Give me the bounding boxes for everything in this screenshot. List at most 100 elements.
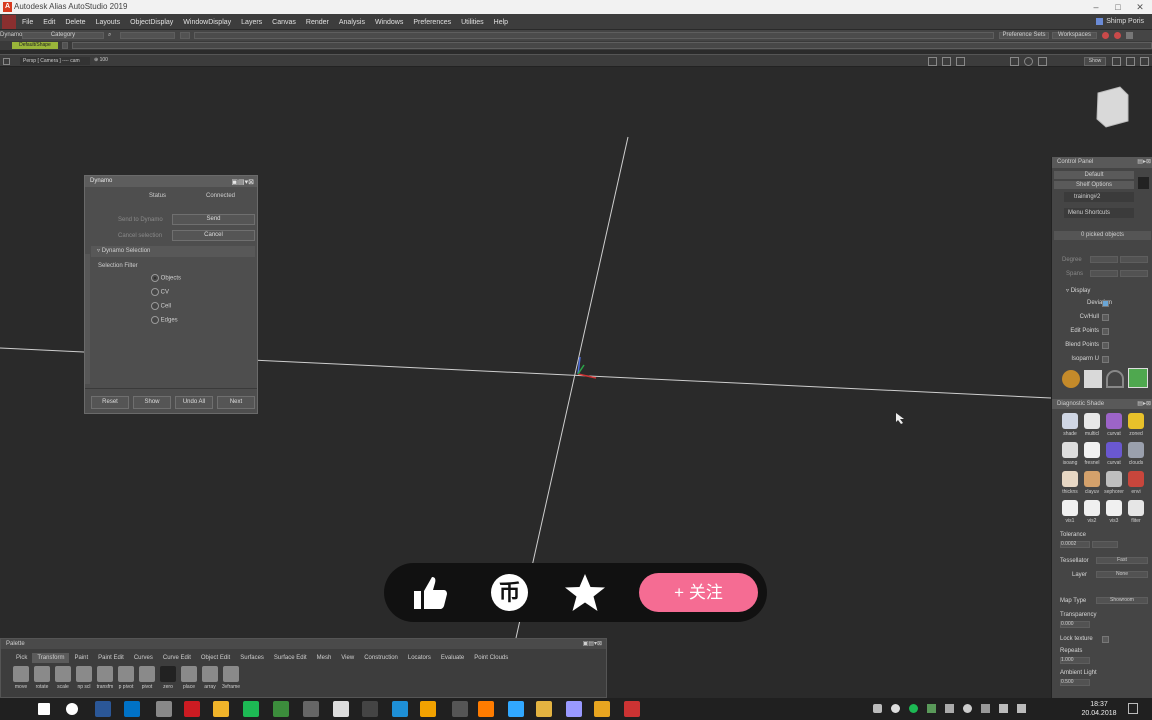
shelf-toggle-icon[interactable] [180,32,190,39]
shade-clouds-button[interactable]: clouds [1126,442,1146,469]
chrome-icon[interactable] [213,701,229,717]
coin-button[interactable]: 币 [491,574,528,611]
shade-vis1-button[interactable]: vis1 [1060,500,1080,527]
menu-layers[interactable]: Layers [241,19,262,26]
shelf-options-dropdown[interactable]: Shelf Options [1054,181,1134,189]
render-icon[interactable] [942,57,951,66]
premiere-icon[interactable] [566,701,582,717]
scope-icon[interactable] [1084,370,1102,388]
palette-tab-evaluate[interactable]: Evaluate [436,653,469,663]
menu-analysis[interactable]: Analysis [339,19,365,26]
radio-cell[interactable] [151,302,159,310]
menu-windowdisplay[interactable]: WindowDisplay [183,19,231,26]
explorer-icon[interactable] [392,701,408,717]
radio-cv[interactable] [151,288,159,296]
tool-3vframe-button[interactable]: 3vframe [221,666,241,694]
brush-icon[interactable] [1128,368,1148,388]
training-tab[interactable]: training#2 [1064,192,1134,202]
tray-icon[interactable] [945,704,954,713]
camera-icon[interactable] [928,57,937,66]
cancel-button[interactable]: Cancel [172,230,255,241]
degree-field-2[interactable] [1120,256,1148,263]
show-selection-button[interactable]: Show [133,396,171,409]
camera-label[interactable]: Persp [ Camera ] ---- cam [20,57,90,65]
word-icon[interactable] [95,701,111,717]
shade-curvat-button[interactable]: curvat [1104,442,1124,469]
tolerance-field[interactable]: 0.0002 [1060,541,1090,548]
like-button[interactable] [410,573,450,613]
palette-tab-curves[interactable]: Curves [129,653,158,663]
menu-objectdisplay[interactable]: ObjectDisplay [130,19,173,26]
diagnostic-shade-header[interactable]: Diagnostic Shade ▤▸⊠ [1052,399,1152,409]
deviation-checkbox[interactable] [1102,300,1109,307]
preference-sets-button[interactable]: Preference Sets [999,32,1049,39]
ambient-light-field[interactable]: 0.500 [1060,679,1090,686]
tray-icon[interactable] [963,704,972,713]
shelf-tab-toggle[interactable] [62,42,68,49]
control-panel-window-icons[interactable]: ▤▸⊠ [1137,157,1151,168]
tool-zero-button[interactable]: zero [158,666,178,694]
dynamo-selection-section[interactable]: ▿ Dynamo Selection [91,246,255,257]
menu-delete[interactable]: Delete [65,19,85,26]
menu-shortcuts-button[interactable]: Menu Shortcuts [1064,208,1134,218]
app-gray-icon[interactable] [303,701,319,717]
clock[interactable]: 18:37 20.04.2018 [1078,700,1120,718]
menu-render[interactable]: Render [306,19,329,26]
dynamo-panel-title-bar[interactable]: Dynamo ▣▤▾⊠ [85,176,257,187]
palette-tab-surface-edit[interactable]: Surface Edit [269,653,312,663]
menu-utilities[interactable]: Utilities [461,19,484,26]
app-folder-icon[interactable] [536,701,552,717]
shade-fresnel-button[interactable]: fresnel [1082,442,1102,469]
stop-icon[interactable] [1114,32,1121,39]
map-type-dropdown[interactable]: Showroom [1096,597,1148,604]
shade-thickns-button[interactable]: thickns [1060,471,1080,498]
app-white-icon[interactable] [333,701,349,717]
windows-start-icon[interactable] [38,703,50,715]
layer-dropdown[interactable]: None [1096,571,1148,578]
shade-vis3-button[interactable]: vis3 [1104,500,1124,527]
tool-rotate-button[interactable]: rotate [32,666,52,694]
palette-tab-paint[interactable]: Paint [69,653,93,663]
radio-objects[interactable] [151,274,159,282]
grid-icon[interactable] [1010,57,1019,66]
close-icon[interactable]: ✕ [1130,0,1150,14]
panel-window-icons[interactable]: ▣▤▾⊠ [231,177,254,188]
follow-button[interactable]: + 关注 [639,573,758,612]
palette-tab-curve-edit[interactable]: Curve Edit [158,653,196,663]
workspaces-button[interactable]: Workspaces [1052,32,1097,39]
user-name[interactable]: Shimp Poris [1096,14,1144,30]
palette-tab-construction[interactable]: Construction [359,653,403,663]
palette-tab-pick[interactable]: Pick [11,653,32,663]
shade-sephorer-button[interactable]: sephorer [1104,471,1124,498]
layout-icon[interactable] [1038,57,1047,66]
tool-pivot-button[interactable]: pivot [137,666,157,694]
outlook-icon[interactable] [124,701,140,717]
menu-canvas[interactable]: Canvas [272,19,296,26]
menu-preferences[interactable]: Preferences [413,19,451,26]
palette-title-bar[interactable]: Palette ▣▤▾⊠ [1,639,606,649]
tolerance-slider[interactable] [1092,541,1118,548]
transparency-field[interactable]: 0.000 [1060,621,1090,628]
volume-icon[interactable] [1017,704,1026,713]
palette-tab-view[interactable]: View [336,653,359,663]
palette-tab-paint-edit[interactable]: Paint Edit [93,653,129,663]
shade-fliter-button[interactable]: fliter [1126,500,1146,527]
spotify-icon[interactable] [243,701,259,717]
menu-file[interactable]: File [22,19,33,26]
category-dropdown[interactable]: Category [22,32,104,39]
view-options-icon[interactable] [1126,57,1135,66]
tool-p-pivot-button[interactable]: p pivot [116,666,136,694]
shelf-search-field[interactable] [120,32,175,39]
cvhull-checkbox[interactable] [1102,314,1109,321]
tessellator-dropdown[interactable]: Fast [1096,557,1148,564]
options-icon[interactable] [1126,32,1133,39]
tray-icon[interactable] [873,704,882,713]
undo-all-button[interactable]: Undo All [175,396,213,409]
shade-envi-button[interactable]: envi [1126,471,1146,498]
diagnostic-window-icons[interactable]: ▤▸⊠ [1137,399,1151,409]
palette-tab-surfaces[interactable]: Surfaces [235,653,269,663]
illustrator-icon[interactable] [478,701,494,717]
record-icon[interactable] [1102,32,1109,39]
viewport-menu-icon[interactable] [3,58,10,65]
palette-tab-point-clouds[interactable]: Point Clouds [469,653,513,663]
